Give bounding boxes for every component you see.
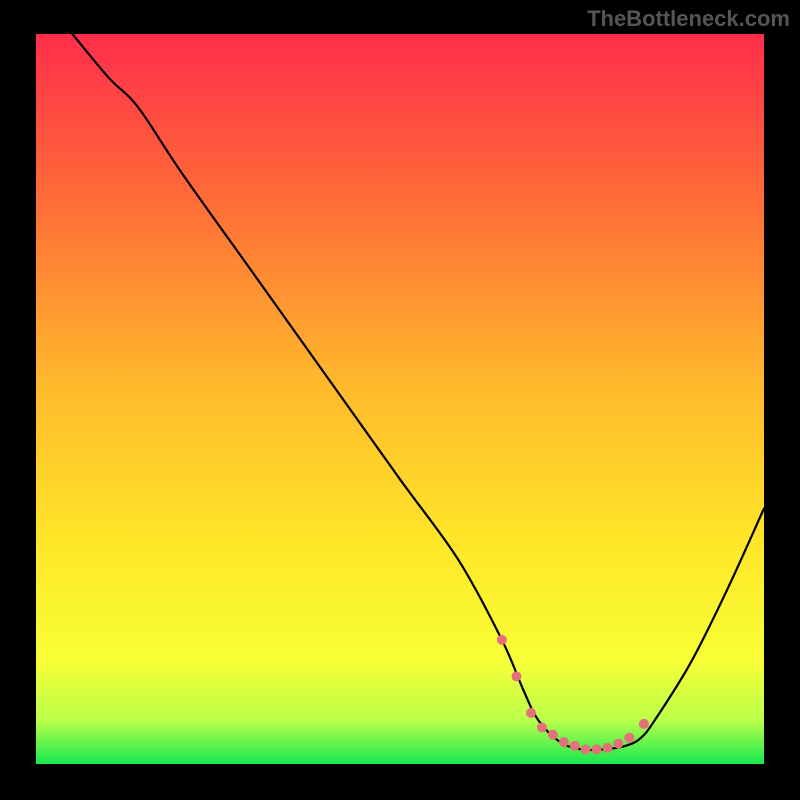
marker-dot: [639, 719, 649, 729]
marker-dot: [512, 671, 522, 681]
marker-dot: [570, 741, 580, 751]
marker-dot: [603, 743, 613, 753]
plot-background: [36, 34, 764, 764]
chart-canvas: [0, 0, 800, 800]
marker-dot: [592, 744, 602, 754]
marker-dot: [526, 708, 536, 718]
watermark-text: TheBottleneck.com: [587, 6, 790, 32]
marker-dot: [613, 739, 623, 749]
marker-dot: [548, 730, 558, 740]
marker-dot: [497, 635, 507, 645]
marker-dot: [624, 733, 634, 743]
marker-dot: [581, 744, 591, 754]
bottleneck-chart: TheBottleneck.com: [0, 0, 800, 800]
marker-dot: [537, 723, 547, 733]
marker-dot: [559, 737, 569, 747]
